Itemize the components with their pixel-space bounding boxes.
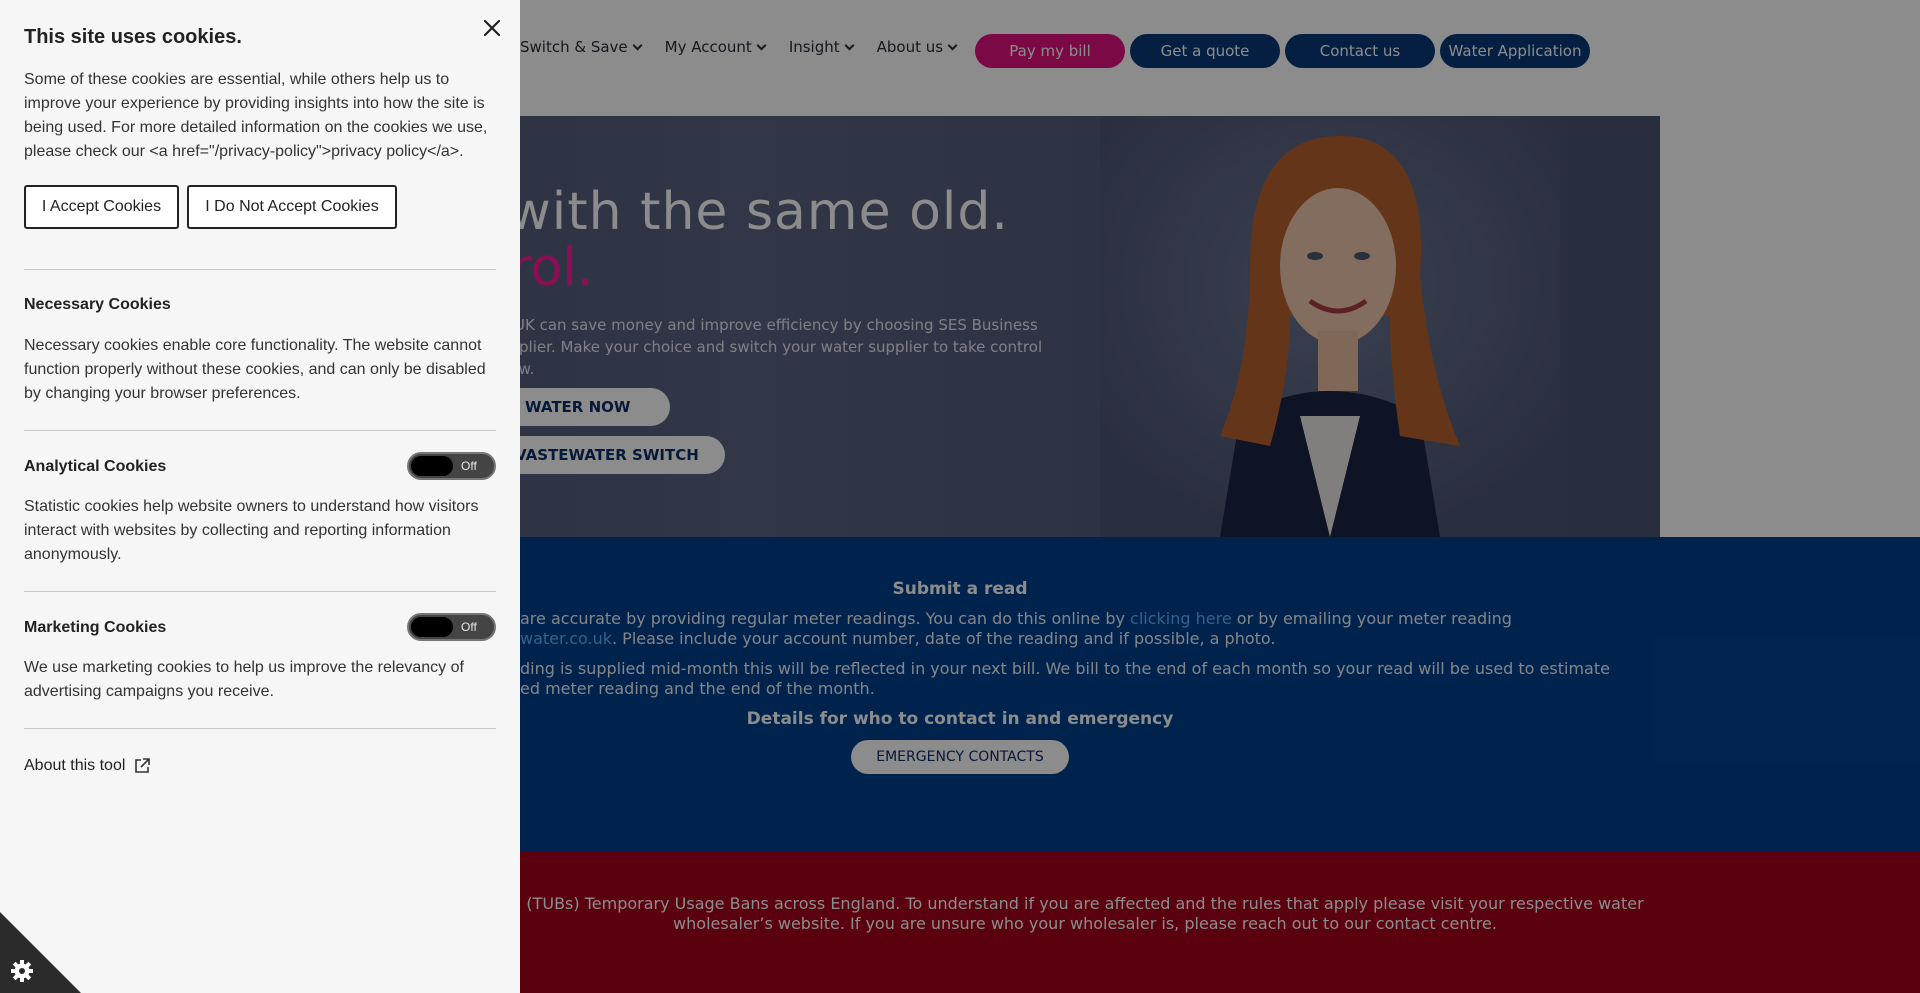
necessary-cookies-text: Necessary cookies enable core functional… <box>24 337 486 402</box>
reject-cookies-button[interactable]: I Do Not Accept Cookies <box>187 185 397 229</box>
marketing-cookies-title: Marketing Cookies <box>24 619 167 636</box>
gear-icon <box>11 960 33 982</box>
toggle-knob <box>411 617 453 637</box>
cookie-consent-panel: This site uses cookies. Some of these co… <box>0 0 520 993</box>
cookie-intro-text: Some of these cookies are essential, whi… <box>24 71 488 160</box>
close-icon <box>483 19 501 37</box>
cookie-panel-title: This site uses cookies. <box>24 26 242 48</box>
divider <box>24 269 496 270</box>
external-link-icon <box>135 758 151 773</box>
about-label: About this tool <box>24 757 126 774</box>
marketing-cookies-text: We use marketing cookies to help us impr… <box>24 659 464 700</box>
analytical-cookies-title: Analytical Cookies <box>24 458 167 475</box>
toggle-knob <box>411 456 453 476</box>
accept-cookies-button[interactable]: I Accept Cookies <box>24 185 179 229</box>
toggle-state-label: Off <box>461 459 477 473</box>
toggle-state-label: Off <box>461 620 477 634</box>
marketing-cookies-toggle[interactable]: Off <box>407 613 496 641</box>
necessary-cookies-title: Necessary Cookies <box>24 296 171 313</box>
divider <box>24 430 496 431</box>
cookie-settings-button[interactable] <box>0 912 81 993</box>
close-button[interactable] <box>480 16 504 40</box>
divider <box>24 591 496 592</box>
about-this-tool-link[interactable]: About this tool <box>24 757 151 775</box>
analytical-cookies-toggle[interactable]: Off <box>407 452 496 480</box>
divider <box>24 728 496 729</box>
analytical-cookies-text: Statistic cookies help website owners to… <box>24 498 479 563</box>
